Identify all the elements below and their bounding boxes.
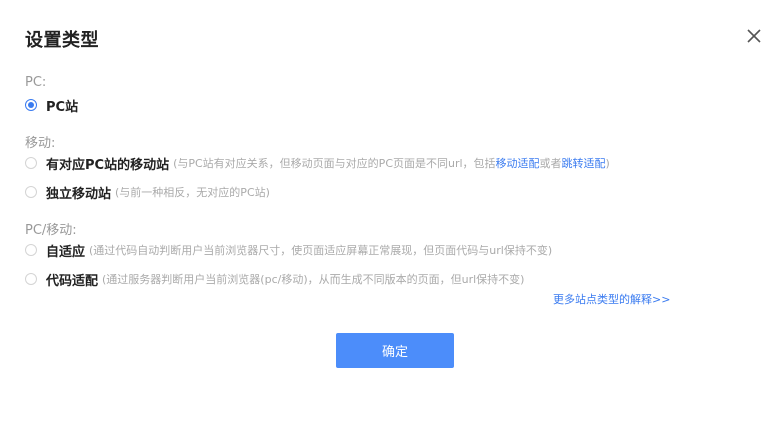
radio-mobile-with-pc[interactable] [25, 157, 37, 169]
option-label: 自适应 [46, 244, 86, 260]
dialog-title: 设置类型 [25, 30, 99, 51]
option-mobile-with-pc[interactable]: 有对应PC站的移动站 (与PC站有对应关系，但移动页面与对应的PC页面是不同ur… [25, 154, 610, 173]
desc-prefix: (与PC站有对应关系，但移动页面与对应的PC页面是不同url，包括 [173, 157, 496, 170]
option-label: 独立移动站 [46, 186, 112, 202]
option-label: PC站 [46, 99, 79, 115]
option-label: 有对应PC站的移动站 [46, 157, 170, 173]
confirm-button[interactable]: 确定 [336, 333, 454, 368]
group-label-pc-mobile: PC/移动: [25, 223, 77, 238]
option-responsive[interactable]: 自适应 (通过代码自动判断用户当前浏览器尺寸，使页面适应屏幕正常展现，但页面代码… [25, 241, 553, 260]
close-icon[interactable] [745, 27, 763, 45]
radio-standalone-mobile[interactable] [25, 186, 37, 198]
option-standalone-mobile[interactable]: 独立移动站 (与前一种相反，无对应的PC站) [25, 183, 270, 202]
mobile-adapt-link[interactable]: 移动适配 [496, 157, 540, 170]
redirect-adapt-link[interactable]: 跳转适配 [562, 157, 606, 170]
option-pc-site[interactable]: PC站 [25, 96, 79, 115]
radio-code-adapt[interactable] [25, 273, 37, 285]
group-label-mobile: 移动: [25, 136, 56, 151]
set-type-dialog: 设置类型 PC: PC站 移动: 有对应PC站的移动站 (与PC站有对应关系，但… [0, 0, 781, 424]
option-description: (与PC站有对应关系，但移动页面与对应的PC页面是不同url，包括移动适配或者跳… [173, 155, 610, 171]
option-label: 代码适配 [46, 273, 99, 289]
desc-mid: 或者 [539, 157, 562, 170]
radio-pc-site[interactable] [25, 99, 37, 111]
option-description: (与前一种相反，无对应的PC站) [115, 186, 270, 199]
option-code-adapt[interactable]: 代码适配 (通过服务器判断用户当前浏览器(pc/移动)，从而生成不同版本的页面，… [25, 270, 525, 289]
desc-suffix: ) [605, 157, 610, 170]
option-description: (通过代码自动判断用户当前浏览器尺寸，使页面适应屏幕正常展现，但页面代码与url… [89, 244, 553, 257]
group-label-pc: PC: [25, 75, 47, 90]
option-description: (通过服务器判断用户当前浏览器(pc/移动)，从而生成不同版本的页面，但url保… [102, 273, 525, 286]
radio-responsive[interactable] [25, 244, 37, 256]
more-site-types-link[interactable]: 更多站点类型的解释>> [553, 291, 670, 307]
